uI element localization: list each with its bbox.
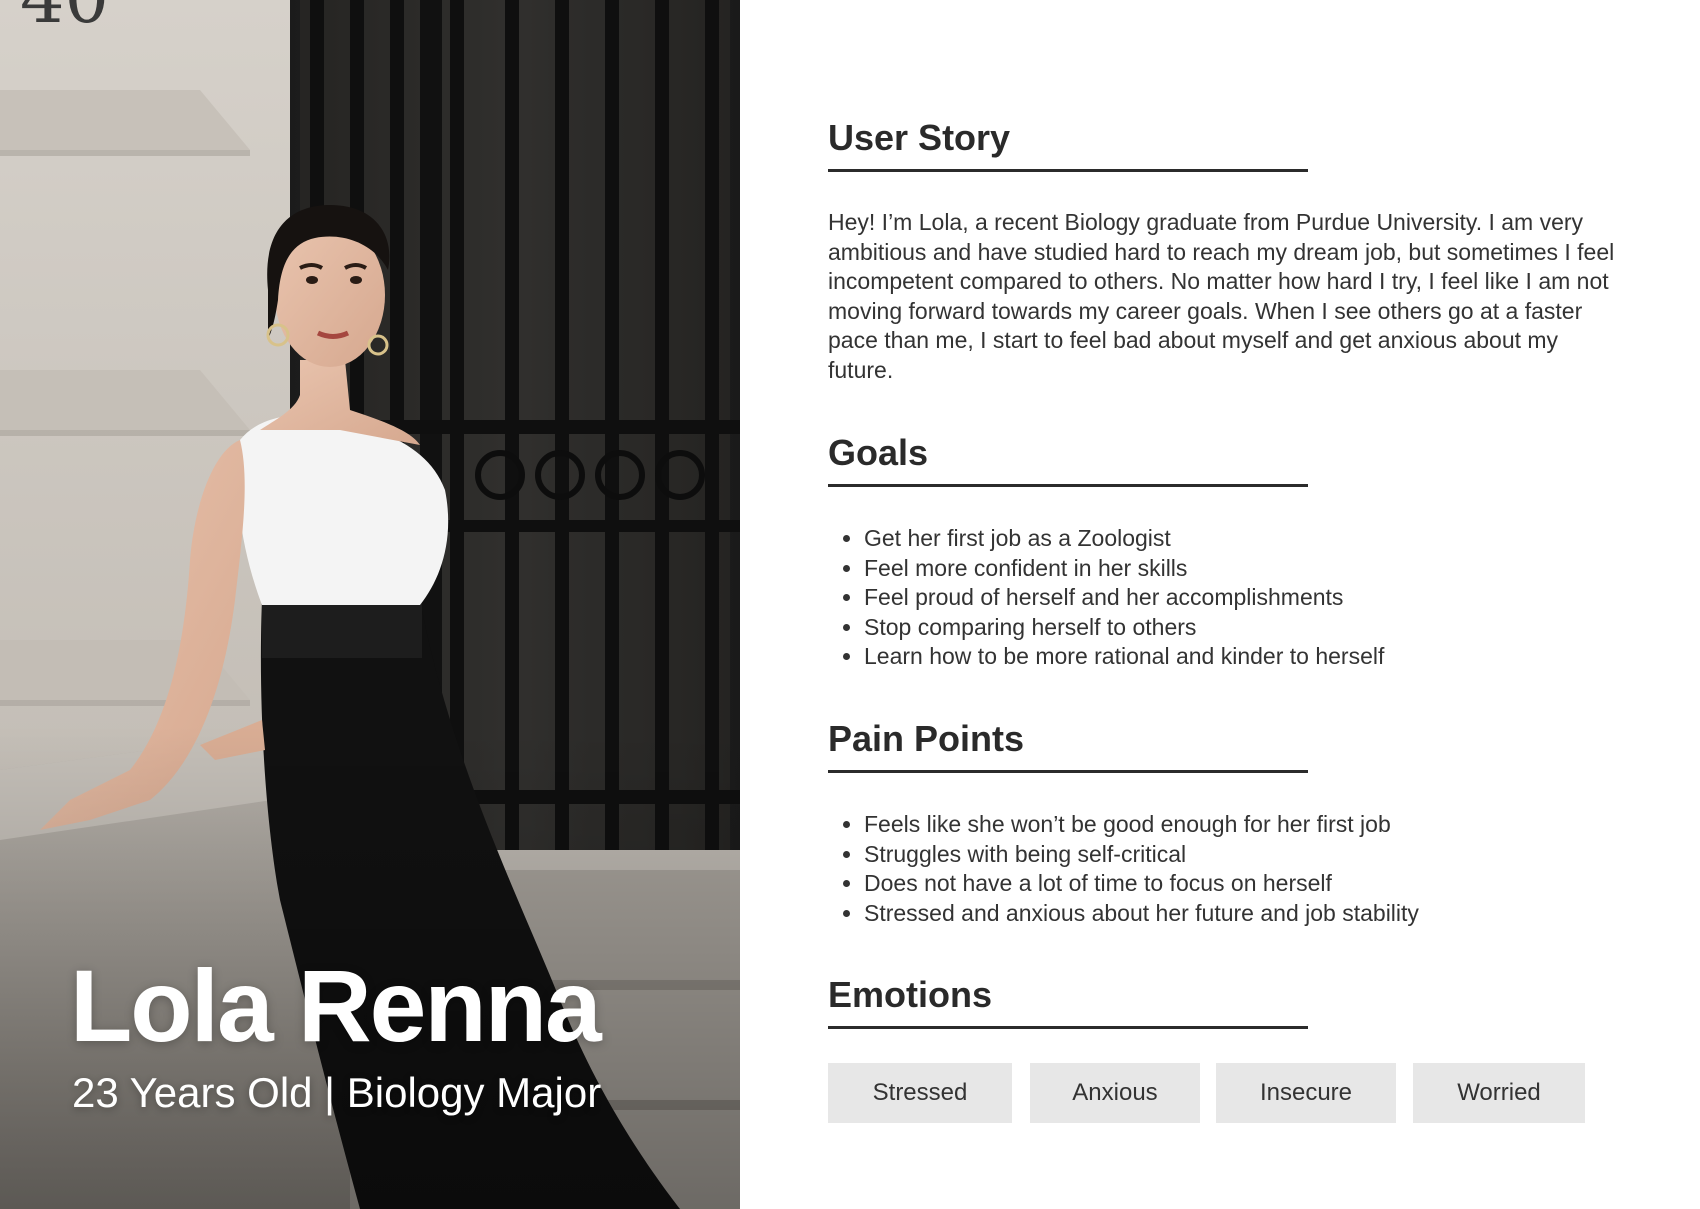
persona-name: Lola Renna [70, 949, 602, 1063]
emotions-divider [828, 1026, 1308, 1029]
pain-points-divider [828, 770, 1308, 773]
pain-points-list: Feels like she won’t be good enough for … [828, 810, 1419, 928]
emotion-tag-worried: Worried [1413, 1063, 1585, 1123]
goals-divider [828, 484, 1308, 487]
pain-points-heading: Pain Points [828, 718, 1025, 759]
user-story-divider [828, 169, 1308, 172]
user-story-text: Hey! I’m Lola, a recent Biology graduate… [828, 209, 1615, 383]
goals-heading: Goals [828, 432, 929, 473]
emotion-tag-insecure: Insecure [1216, 1063, 1396, 1123]
emotion-tag-anxious: Anxious [1030, 1063, 1200, 1123]
goal-item: Feel proud of herself and her accomplish… [864, 583, 1384, 613]
pain-point-item: Struggles with being self-critical [864, 840, 1419, 870]
pain-point-item: Does not have a lot of time to focus on … [864, 869, 1419, 899]
goal-item: Learn how to be more rational and kinder… [864, 642, 1384, 672]
emotions-heading: Emotions [828, 974, 993, 1015]
emotion-tag-stressed: Stressed [828, 1063, 1012, 1123]
pain-point-item: Stressed and anxious about her future an… [864, 899, 1419, 929]
goal-item: Get her first job as a Zoologist [864, 524, 1384, 554]
persona-photo: 40 [0, 0, 740, 1209]
pain-point-item: Feels like she won’t be good enough for … [864, 810, 1419, 840]
goals-list: Get her first job as a Zoologist Feel mo… [828, 524, 1384, 672]
goal-item: Stop comparing herself to others [864, 613, 1384, 643]
user-story-heading: User Story [828, 117, 1011, 158]
goal-item: Feel more confident in her skills [864, 554, 1384, 584]
persona-meta: 23 Years Old | Biology Major [72, 1069, 602, 1116]
